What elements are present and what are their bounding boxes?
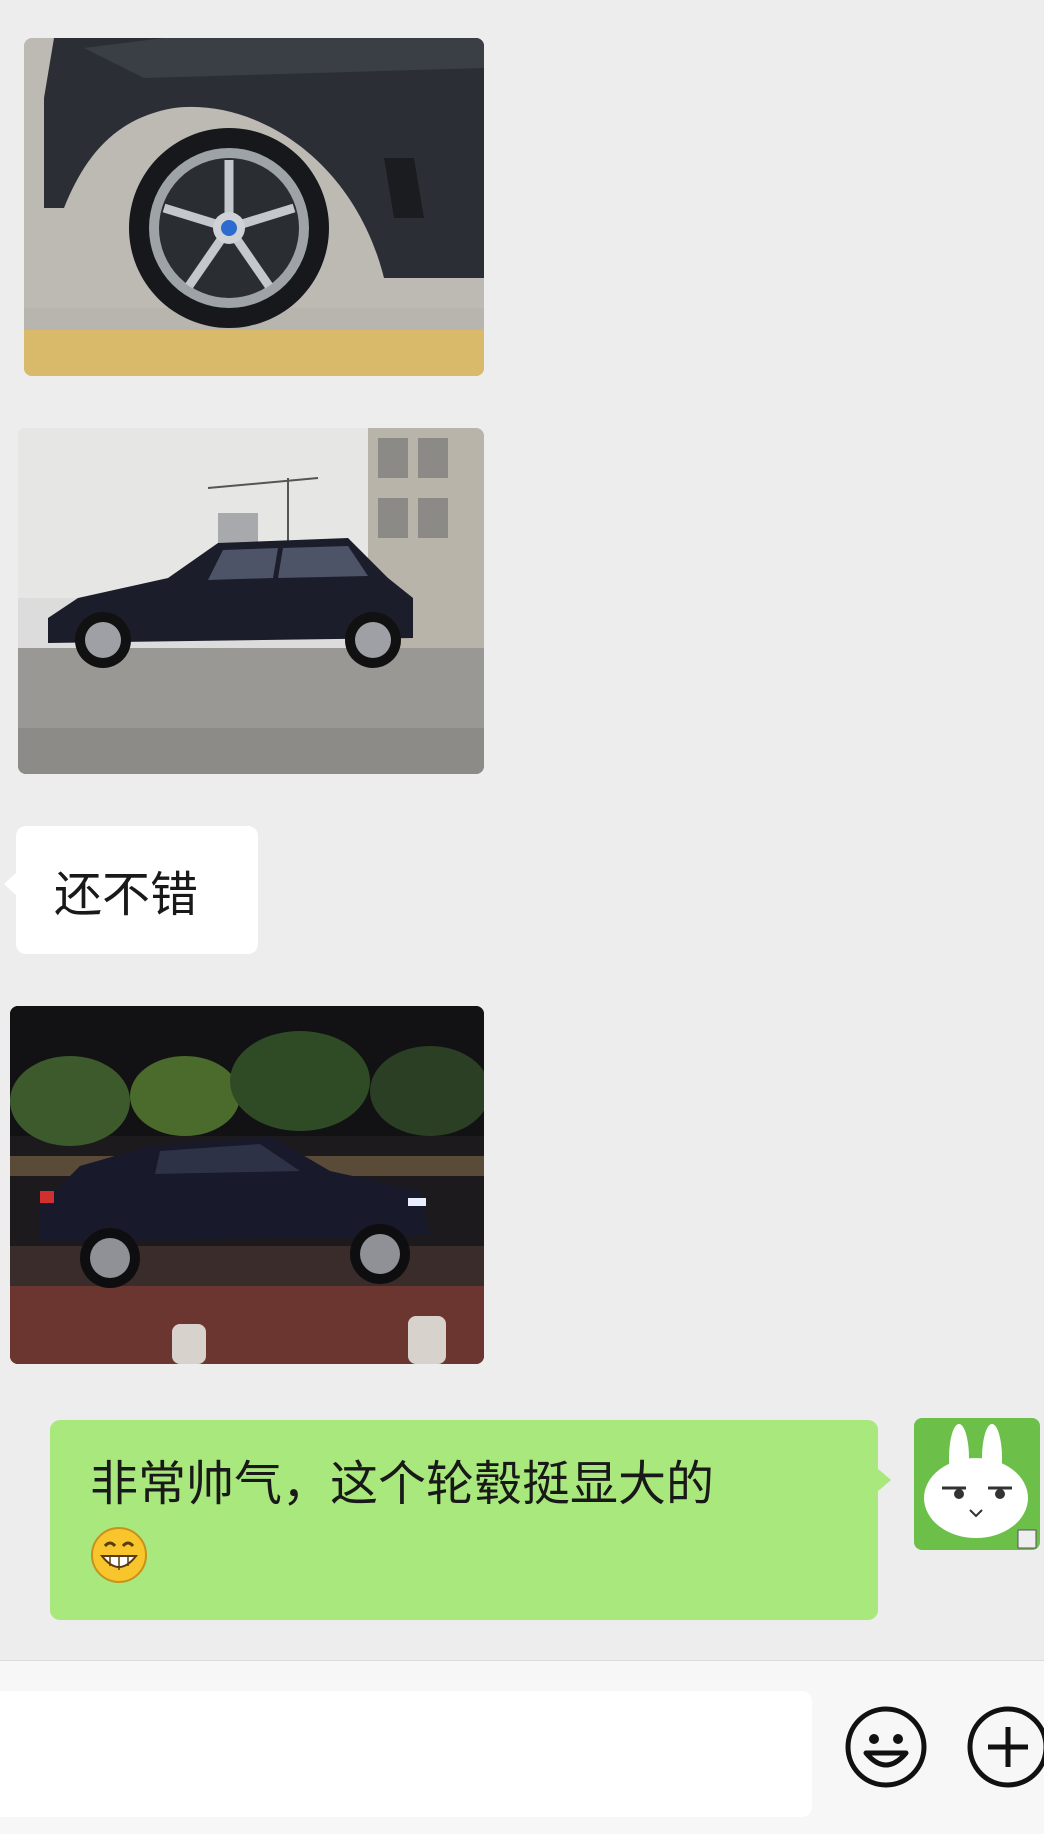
more-button[interactable] xyxy=(966,1705,1044,1789)
message-input-bar xyxy=(0,1660,1044,1834)
message-input[interactable] xyxy=(0,1691,812,1817)
grin-emoji-icon xyxy=(90,1526,148,1584)
photo-suv-side-night[interactable] xyxy=(10,1006,484,1364)
photo-wheel-closeup[interactable] xyxy=(24,38,484,376)
plus-circle-icon xyxy=(966,1705,1044,1789)
sent-message-text: 非常帅气，这个轮毂挺显大的 xyxy=(90,1456,715,1512)
chat-area: 还不错 非常帅气，这个轮毂挺显大的 xyxy=(0,0,1044,1660)
avatar[interactable] xyxy=(914,1418,1040,1550)
received-message-bubble[interactable]: 还不错 xyxy=(4,826,258,954)
received-message-text: 还不错 xyxy=(54,867,199,923)
smiley-icon xyxy=(844,1705,928,1789)
emoji-button[interactable] xyxy=(844,1705,928,1789)
sent-message-bubble[interactable]: 非常帅气，这个轮毂挺显大的 xyxy=(50,1420,891,1620)
photo-suv-side-day[interactable] xyxy=(18,428,484,774)
